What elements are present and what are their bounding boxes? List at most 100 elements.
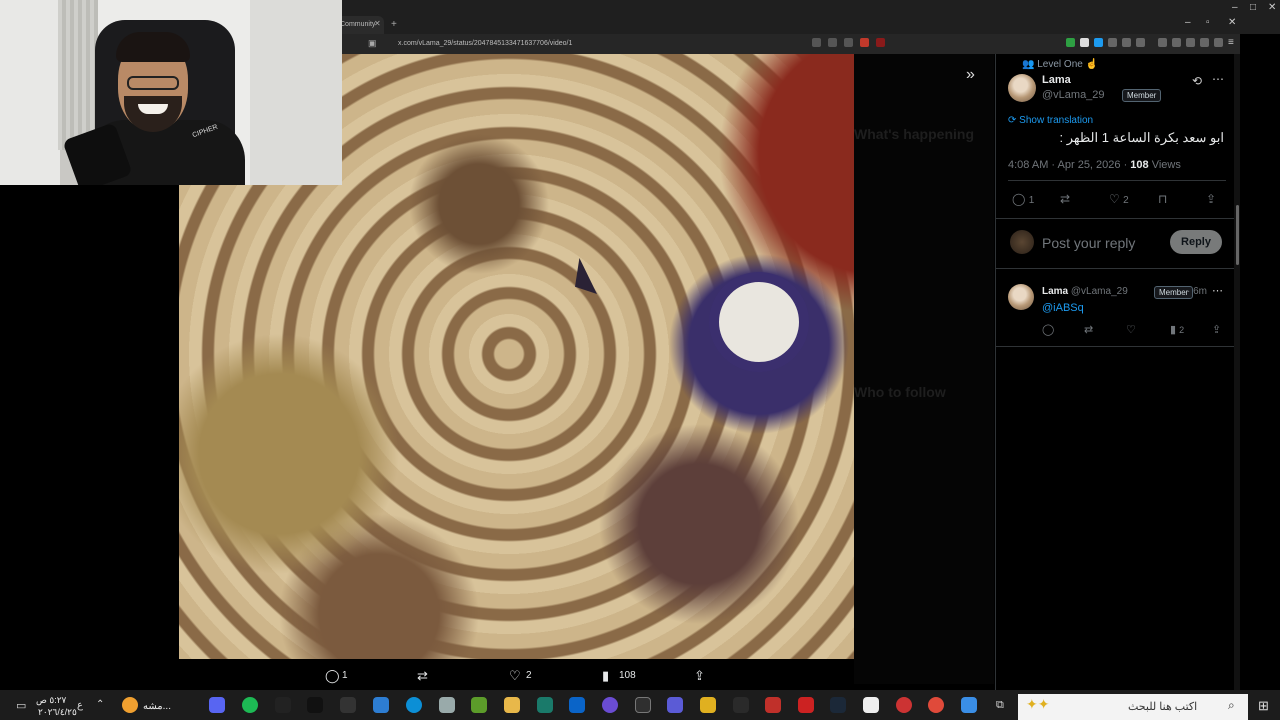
expand-panel-icon[interactable]: » — [966, 66, 975, 84]
extension-puzzle-icon[interactable] — [1122, 38, 1131, 47]
divider — [996, 268, 1236, 269]
who-to-follow-heading: Who to follow — [854, 384, 946, 400]
minimize-icon[interactable]: – — [1185, 17, 1191, 28]
webcam-person-glasses — [127, 76, 179, 90]
brave-shield-icon[interactable] — [860, 38, 869, 47]
chrome-icon[interactable] — [928, 697, 944, 713]
language-indicator[interactable]: ع — [77, 700, 83, 711]
epic-games-icon[interactable] — [733, 697, 749, 713]
rockstar-icon[interactable] — [700, 697, 716, 713]
reply-header: Lama @vLama_29 — [1042, 286, 1128, 297]
author-name[interactable]: Lama — [1042, 74, 1071, 86]
task-view-icon[interactable]: ⧉ — [996, 699, 1004, 712]
share-post-icon[interactable]: ⇪ — [694, 668, 705, 684]
obs-icon[interactable] — [340, 697, 356, 713]
app-white-icon[interactable] — [863, 697, 879, 713]
reply-author-name[interactable]: Lama — [1042, 286, 1068, 297]
taskbar-search-placeholder: اكتب هنا للبحث — [1128, 701, 1198, 713]
reply-views-icon[interactable]: ▮ 2 — [1170, 323, 1184, 336]
bookmarks-icon[interactable] — [1158, 38, 1167, 47]
post-share-icon[interactable]: ⇪ — [1206, 192, 1216, 206]
capcut-icon[interactable] — [275, 697, 291, 713]
tab-close-icon[interactable]: ✕ — [374, 19, 381, 28]
nvidia-icon[interactable] — [471, 697, 487, 713]
wallet-icon[interactable] — [1186, 38, 1195, 47]
store-icon[interactable] — [373, 697, 389, 713]
cast-icon[interactable] — [812, 38, 821, 47]
extension-diamond-icon[interactable] — [1080, 38, 1089, 47]
community-label[interactable]: 👥 Level One ☝ — [1022, 59, 1098, 70]
file-explorer-icon[interactable] — [504, 697, 520, 713]
post-reply-icon[interactable]: ◯ 1 — [1012, 192, 1034, 206]
menu-icon[interactable]: ≡ — [1228, 37, 1234, 48]
tray-chevron-icon[interactable]: ⌃ — [96, 699, 104, 710]
active-app-label[interactable]: مشه... — [143, 701, 171, 712]
steam-icon[interactable] — [830, 697, 846, 713]
bookmark-icon[interactable]: ⊓ — [1158, 192, 1167, 206]
valorant-icon[interactable] — [798, 697, 814, 713]
extension-green-icon[interactable] — [1066, 38, 1075, 47]
discord-icon[interactable] — [209, 697, 225, 713]
start-icon[interactable]: ⊞ — [1258, 698, 1269, 714]
avatar[interactable] — [1008, 74, 1036, 102]
app-icon[interactable] — [439, 697, 455, 713]
teams-icon[interactable] — [667, 697, 683, 713]
url-field[interactable]: x.com/vLama_29/status/204784513347163770… — [398, 40, 572, 47]
taskbar-date[interactable]: ٢٠٢٦/٤/٢٥ — [38, 707, 77, 718]
reply-share-icon[interactable]: ⇪ — [1212, 323, 1221, 336]
my-avatar[interactable] — [1010, 230, 1034, 254]
sidebar-icon[interactable] — [1172, 38, 1181, 47]
share-icon[interactable] — [844, 38, 853, 47]
extension-window-icon[interactable] — [1136, 38, 1145, 47]
search-icon: ⌕ — [1228, 698, 1235, 712]
rewards-icon[interactable] — [876, 38, 885, 47]
app-red-icon[interactable] — [896, 697, 912, 713]
console-icon[interactable] — [635, 697, 651, 713]
copilot-icon[interactable] — [961, 697, 977, 713]
reply-more-icon[interactable]: ⋯ — [1212, 284, 1223, 297]
outer-maximize-icon[interactable]: □ — [1250, 2, 1256, 13]
app-circle-icon[interactable] — [602, 697, 618, 713]
reply-author-handle[interactable]: @vLama_29 — [1071, 286, 1128, 297]
more-options-icon[interactable]: ⋯ — [1212, 72, 1224, 86]
weather-icon[interactable] — [122, 697, 138, 713]
grok-icon[interactable]: ⟲ — [1192, 74, 1202, 88]
dimmed-right-column: What's happening Who to follow — [854, 54, 994, 684]
extension-arrow-icon[interactable] — [1108, 38, 1117, 47]
close-window-icon[interactable]: ✕ — [1228, 17, 1236, 28]
outlook-icon[interactable] — [569, 697, 585, 713]
outer-minimize-icon[interactable]: – — [1232, 2, 1238, 13]
spotify-icon[interactable] — [242, 697, 258, 713]
tiktok-icon[interactable] — [307, 697, 323, 713]
new-tab-icon[interactable]: + — [391, 19, 397, 30]
author-handle[interactable]: @vLama_29 — [1042, 89, 1105, 101]
edge-icon[interactable] — [406, 697, 422, 713]
reply-repost-icon[interactable]: ⇄ — [1084, 323, 1093, 336]
post-repost-icon[interactable]: ⇄ — [1060, 192, 1070, 206]
downloads-icon[interactable] — [1200, 38, 1209, 47]
site-info-icon[interactable]: ▣ — [368, 38, 377, 49]
views-icon[interactable]: ▮ — [602, 668, 609, 684]
restore-icon[interactable]: ▫ — [1206, 17, 1210, 28]
profile-icon[interactable] — [1214, 38, 1223, 47]
post-like-icon[interactable]: ♡ 2 — [1109, 192, 1129, 206]
taskbar-time[interactable]: ٥:٢٧ ص — [36, 695, 66, 706]
show-translation-link[interactable]: ⟳ Show translation — [1008, 115, 1093, 126]
extension-blue-icon[interactable] — [1094, 38, 1103, 47]
zoom-icon[interactable] — [828, 38, 837, 47]
like-icon[interactable]: ♡ — [509, 668, 521, 684]
reply-mention[interactable]: @iABSq — [1042, 302, 1084, 314]
reply-reply-icon[interactable]: ◯ — [1042, 323, 1054, 336]
reply-button[interactable]: Reply — [1170, 230, 1222, 254]
notifications-icon[interactable]: ▭ — [16, 699, 26, 712]
reply-icon[interactable]: ◯ — [325, 668, 340, 684]
scrollbar-thumb[interactable] — [1236, 205, 1239, 265]
outer-close-icon[interactable]: ✕ — [1268, 2, 1276, 13]
reply-like-icon[interactable]: ♡ — [1126, 323, 1136, 336]
reply-input[interactable]: Post your reply — [1042, 235, 1135, 251]
scrollbar[interactable] — [1234, 54, 1240, 690]
reply-avatar[interactable] — [1008, 284, 1034, 310]
repost-icon[interactable]: ⇄ — [417, 668, 428, 684]
terminal-icon[interactable] — [537, 697, 553, 713]
riot-icon[interactable] — [765, 697, 781, 713]
